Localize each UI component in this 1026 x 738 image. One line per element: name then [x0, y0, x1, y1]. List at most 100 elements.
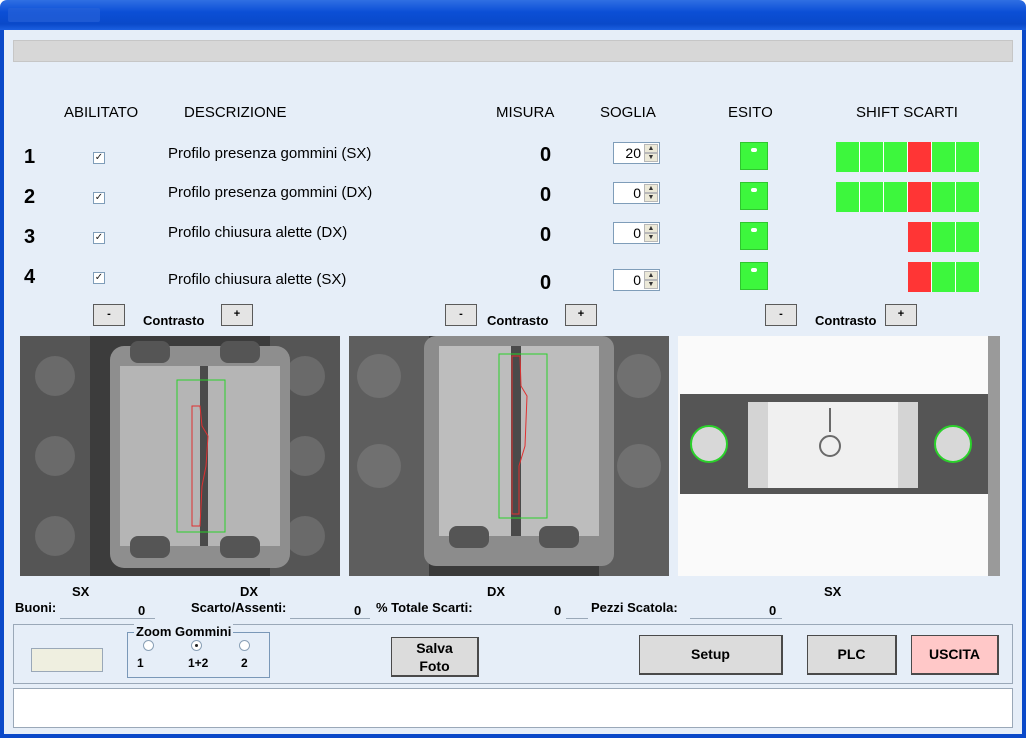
contrast-minus-button-3[interactable]: - — [765, 304, 797, 326]
good-underline — [60, 618, 155, 619]
shift-cell-ok — [932, 182, 956, 212]
contrast-label-1: Contrasto — [143, 313, 205, 328]
image1-right-label: DX — [240, 584, 259, 599]
zoom-option-label: 1 — [137, 656, 144, 670]
reject-underline — [290, 618, 370, 619]
reject-label: Scarto/Assenti: — [191, 600, 287, 615]
row-description: Profilo presenza gommini (DX) — [168, 184, 373, 201]
camera-image-1[interactable] — [20, 336, 340, 576]
shift-register — [908, 222, 980, 252]
contrast-minus-button-1[interactable]: - — [93, 304, 125, 326]
threshold-spinner[interactable]: 20 ▲ ▼ — [613, 142, 660, 164]
shift-cell-reject — [908, 182, 932, 212]
shift-cell-ok — [860, 182, 884, 212]
shift-cell-ok — [884, 142, 908, 172]
spinner-down-button[interactable]: ▼ — [644, 193, 658, 202]
threshold-spinner[interactable]: 0 ▲ ▼ — [613, 269, 660, 291]
save-photo-line2: Foto — [419, 658, 450, 674]
row-description: Profilo chiusura alette (DX) — [168, 224, 348, 241]
save-photo-line1: Salva — [416, 640, 453, 656]
row-number: 4 — [24, 266, 36, 288]
enabled-checkbox[interactable]: ✓ — [93, 272, 105, 284]
contrast-minus-button-2[interactable]: - — [445, 304, 477, 326]
shift-cell-ok — [860, 142, 884, 172]
zoom-radio-1-2[interactable] — [191, 640, 202, 651]
shift-register — [836, 142, 980, 172]
contrast-plus-button-3[interactable]: + — [885, 304, 917, 326]
shift-cell-ok — [836, 142, 860, 172]
top-status-strip — [13, 40, 1013, 62]
header-enabled: ABILITATO — [64, 104, 139, 121]
spinner-down-button[interactable]: ▼ — [644, 153, 658, 162]
result-indicator — [740, 182, 768, 210]
row-measure: 0 — [540, 272, 552, 294]
shift-cell-ok — [932, 222, 956, 252]
indicator-highlight — [751, 188, 757, 192]
shift-cell-ok — [932, 142, 956, 172]
row-description: Profilo chiusura alette (SX) — [168, 271, 347, 288]
result-indicator — [740, 222, 768, 250]
result-indicator — [740, 262, 768, 290]
total-reject-label: % Totale Scarti: — [376, 600, 473, 615]
shift-cell-ok — [956, 142, 980, 172]
shift-cell-ok — [956, 222, 980, 252]
row-measure: 0 — [540, 144, 552, 166]
contrast-label-3: Contrasto — [815, 313, 877, 328]
reject-value: 0 — [354, 603, 362, 618]
indicator-highlight — [751, 228, 757, 232]
spinner-down-button[interactable]: ▼ — [644, 280, 658, 289]
contrast-label-2: Contrasto — [487, 313, 549, 328]
indicator-highlight — [751, 268, 757, 272]
enabled-checkbox[interactable]: ✓ — [93, 232, 105, 244]
contrast-plus-button-2[interactable]: + — [565, 304, 597, 326]
header-shift: SHIFT SCARTI — [856, 104, 958, 121]
image1-left-label: SX — [72, 584, 90, 599]
shift-cell-reject — [908, 262, 932, 292]
setup-button[interactable]: Setup — [639, 635, 783, 675]
total-reject-underline — [566, 618, 588, 619]
header-measure: MISURA — [496, 104, 555, 121]
zoom-option-label: 2 — [241, 656, 248, 670]
shift-cell-ok — [956, 182, 980, 212]
shift-cell-reject — [908, 222, 932, 252]
image3-label: SX — [824, 584, 842, 599]
spinner-up-button[interactable]: ▲ — [644, 144, 658, 153]
shift-cell-reject — [908, 142, 932, 172]
window-titlebar[interactable] — [0, 0, 1026, 30]
row-measure: 0 — [540, 184, 552, 206]
spinner-up-button[interactable]: ▲ — [644, 271, 658, 280]
enabled-checkbox[interactable]: ✓ — [93, 152, 105, 164]
threshold-value: 0 — [633, 185, 641, 201]
row-description: Profilo presenza gommini (SX) — [168, 145, 372, 162]
spinner-up-button[interactable]: ▲ — [644, 224, 658, 233]
threshold-value: 20 — [625, 145, 641, 161]
camera-image-2[interactable] — [349, 336, 669, 576]
camera-image-3[interactable] — [678, 336, 1000, 576]
zoom-radio-1[interactable] — [143, 640, 154, 651]
shift-register — [836, 182, 980, 212]
enabled-checkbox[interactable]: ✓ — [93, 192, 105, 204]
contrast-plus-button-1[interactable]: + — [221, 304, 253, 326]
save-photo-button[interactable]: Salva Foto — [391, 637, 479, 677]
threshold-spinner[interactable]: 0 ▲ ▼ — [613, 222, 660, 244]
spinner-up-button[interactable]: ▲ — [644, 184, 658, 193]
plc-button[interactable]: PLC — [807, 635, 897, 675]
shift-cell-ok — [884, 182, 908, 212]
good-label: Buoni: — [15, 600, 57, 615]
readout-field[interactable] — [31, 648, 103, 672]
header-description: DESCRIZIONE — [184, 104, 287, 121]
shift-cell-ok — [836, 182, 860, 212]
row-number: 1 — [24, 146, 36, 168]
spinner-down-button[interactable]: ▼ — [644, 233, 658, 242]
exit-button[interactable]: USCITA — [911, 635, 999, 675]
shift-cell-ok — [956, 262, 980, 292]
indicator-highlight — [751, 148, 757, 152]
image2-label: DX — [487, 584, 506, 599]
zoom-radio-2[interactable] — [239, 640, 250, 651]
header-threshold: SOGLIA — [600, 104, 656, 121]
box-underline — [690, 618, 782, 619]
message-bar — [13, 688, 1013, 728]
shift-register — [908, 262, 980, 292]
threshold-spinner[interactable]: 0 ▲ ▼ — [613, 182, 660, 204]
box-value: 0 — [769, 603, 777, 618]
